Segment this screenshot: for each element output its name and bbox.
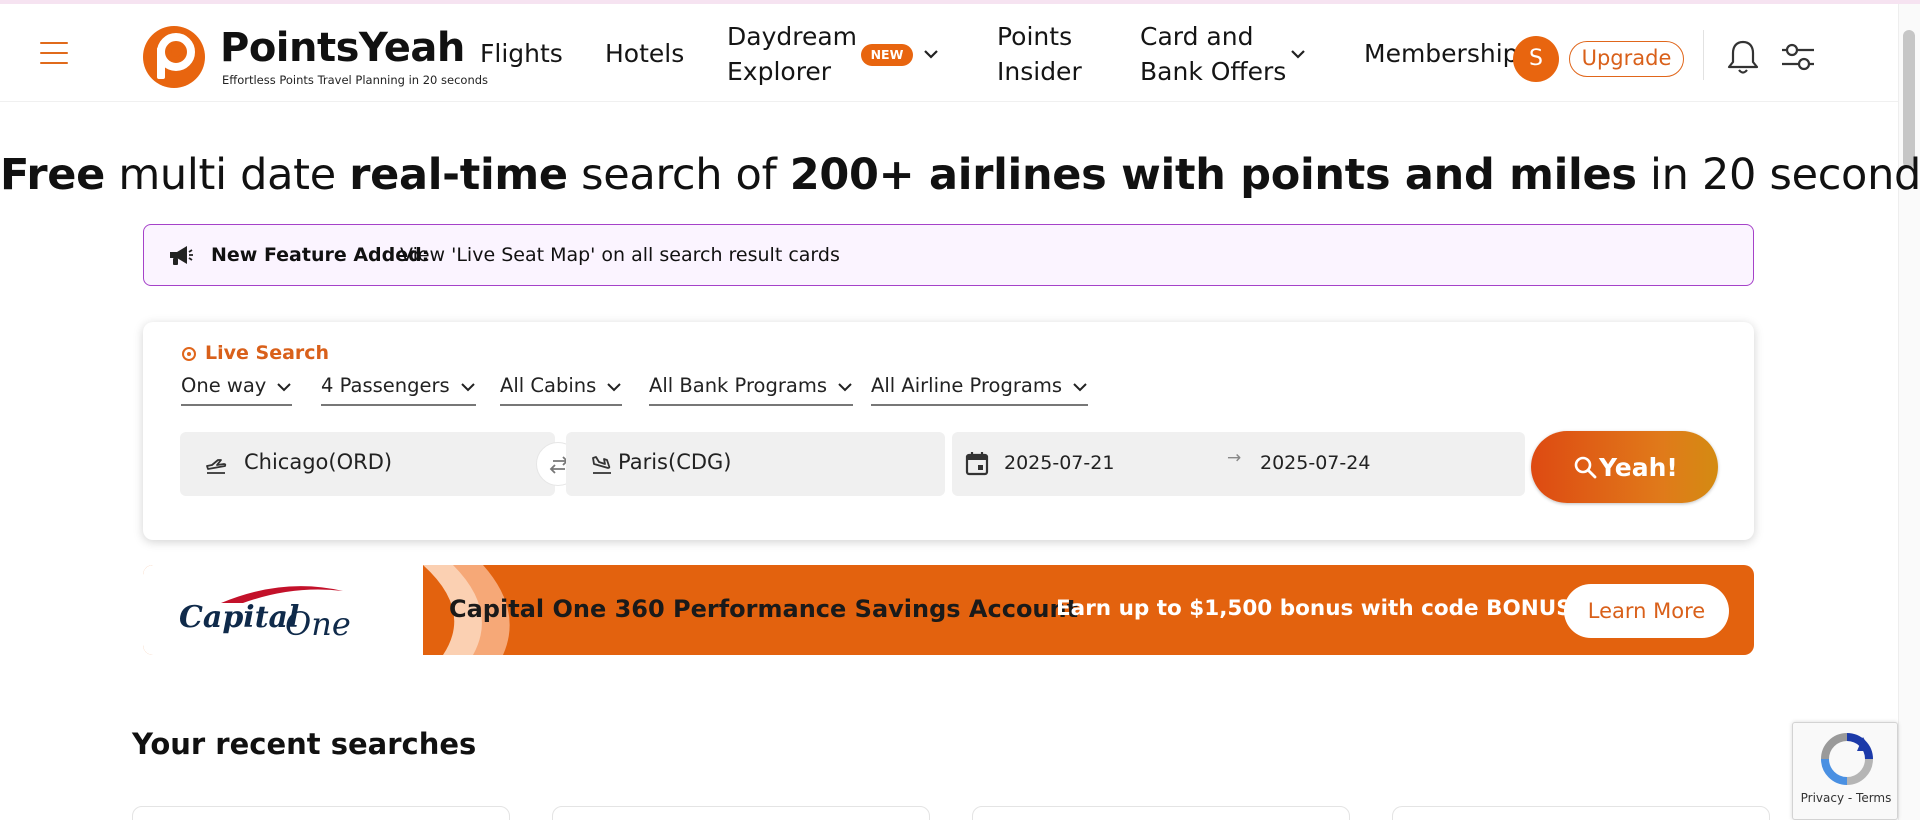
recent-search-card[interactable] — [1392, 806, 1770, 820]
nav-offers-line2: Bank Offers — [1140, 57, 1287, 86]
headline-text-2: search of — [567, 150, 790, 200]
menu-icon[interactable] — [40, 42, 68, 64]
recent-search-card[interactable] — [972, 806, 1350, 820]
chevron-down-icon — [607, 382, 621, 391]
headline-airlines: 200+ airlines with points and miles — [789, 150, 1637, 200]
ad-offer: Earn up to $1,500 bonus with code BONUS1… — [1056, 596, 1632, 621]
nav-flights[interactable]: Flights — [480, 36, 563, 71]
search-button[interactable]: Yeah! — [1531, 431, 1718, 503]
upgrade-button[interactable]: Upgrade — [1569, 41, 1684, 77]
learn-more-button[interactable]: Learn More — [1564, 584, 1729, 638]
destination-field[interactable]: Paris(CDG) — [566, 432, 945, 496]
headline-free: Free — [0, 150, 105, 200]
arrival-plane-icon — [592, 456, 611, 474]
nav-hotels[interactable]: Hotels — [605, 36, 684, 71]
recent-search-card[interactable] — [552, 806, 930, 820]
recent-searches-title: Your recent searches — [132, 727, 477, 761]
chevron-down-icon[interactable] — [1288, 48, 1308, 62]
pointsyeah-logo-icon — [143, 26, 205, 88]
search-button-label: Yeah! — [1599, 453, 1678, 482]
trip-type-value: One way — [181, 374, 267, 397]
nav-daydream-line2: Explorer — [727, 57, 832, 86]
live-search-label: Live Search — [205, 342, 330, 364]
nav-membership[interactable]: Membership — [1364, 36, 1519, 71]
nav-points-line2: Insider — [997, 57, 1082, 86]
origin-value: Chicago(ORD) — [244, 450, 393, 474]
svg-text:One: One — [285, 605, 351, 643]
destination-value: Paris(CDG) — [618, 450, 732, 474]
sliders-icon[interactable] — [1780, 40, 1816, 74]
airline-programs-value: All Airline Programs — [871, 374, 1062, 397]
start-date-value: 2025-07-21 — [1004, 452, 1115, 474]
nav-daydream-line1: Daydream — [727, 22, 858, 51]
nav-points-line1: Points — [997, 22, 1073, 51]
calendar-icon — [965, 452, 989, 476]
ad-title: Capital One 360 Performance Savings Acco… — [449, 595, 1079, 623]
date-range-field[interactable]: 2025-07-21 → 2025-07-24 — [952, 432, 1525, 496]
recaptcha-icon — [1821, 733, 1873, 785]
svg-text:Capital: Capital — [179, 600, 299, 635]
flight-search-card: Live Search One way 4 Passengers All Cab… — [143, 322, 1754, 540]
nav-offers-line1: Card and — [1140, 22, 1254, 51]
chevron-down-icon — [1073, 382, 1087, 391]
top-navigation-bar: PointsYeah Effortless Points Travel Plan… — [0, 4, 1898, 102]
live-indicator-icon — [182, 347, 196, 361]
date-separator: → — [1227, 448, 1242, 468]
nav-points-insider[interactable]: Points Insider — [997, 19, 1082, 89]
recaptcha-badge[interactable]: Privacy - Terms — [1792, 722, 1898, 820]
recaptcha-links[interactable]: Privacy - Terms — [1793, 791, 1899, 805]
nav-daydream-explorer[interactable]: Daydream Explorer — [727, 19, 857, 89]
header-divider — [1703, 30, 1704, 80]
bell-icon[interactable] — [1726, 38, 1760, 76]
passengers-select[interactable]: 4 Passengers — [321, 370, 476, 406]
departure-plane-icon — [206, 459, 227, 474]
new-badge: NEW — [861, 44, 913, 66]
chevron-down-icon — [460, 382, 475, 391]
headline-text-3: in 20 seconds. — [1650, 150, 1920, 200]
nav-card-bank-offers[interactable]: Card and Bank Offers — [1140, 19, 1286, 89]
passengers-value: 4 Passengers — [321, 374, 450, 397]
hero-headline: Free multi date real-time search of 200+… — [0, 150, 1920, 200]
brand-logo[interactable]: PointsYeah Effortless Points Travel Plan… — [142, 21, 489, 91]
feature-announcement-banner: New Feature Added: View 'Live Seat Map' … — [143, 224, 1754, 286]
trip-type-select[interactable]: One way — [181, 370, 293, 406]
cabins-value: All Cabins — [500, 374, 597, 397]
chevron-down-icon — [277, 382, 292, 391]
airline-programs-select[interactable]: All Airline Programs — [871, 370, 1088, 406]
feature-text: View 'Live Seat Map' on all search resul… — [400, 244, 840, 266]
cabins-select[interactable]: All Cabins — [500, 370, 623, 406]
recent-search-card[interactable] — [132, 806, 510, 820]
capital-one-ad-banner[interactable]: Capital One Capital One 360 Performance … — [143, 565, 1754, 655]
scrollbar-thumb[interactable] — [1903, 30, 1915, 168]
chevron-down-icon — [838, 382, 852, 391]
end-date-value: 2025-07-24 — [1260, 452, 1371, 474]
bank-programs-value: All Bank Programs — [649, 374, 827, 397]
brand-name: PointsYeah — [220, 25, 465, 71]
search-icon — [1574, 456, 1597, 479]
user-avatar[interactable]: S — [1513, 36, 1559, 82]
chevron-down-icon[interactable] — [921, 48, 941, 62]
megaphone-icon — [170, 246, 193, 265]
bank-programs-select[interactable]: All Bank Programs — [649, 370, 853, 406]
headline-realtime: real-time — [349, 150, 568, 200]
brand-tagline: Effortless Points Travel Planning in 20 … — [222, 73, 489, 87]
feature-label: New Feature Added: — [211, 244, 430, 266]
headline-text-1: multi date — [104, 150, 350, 200]
capital-one-logo: Capital One — [179, 586, 351, 643]
origin-field[interactable]: Chicago(ORD) — [180, 432, 555, 496]
